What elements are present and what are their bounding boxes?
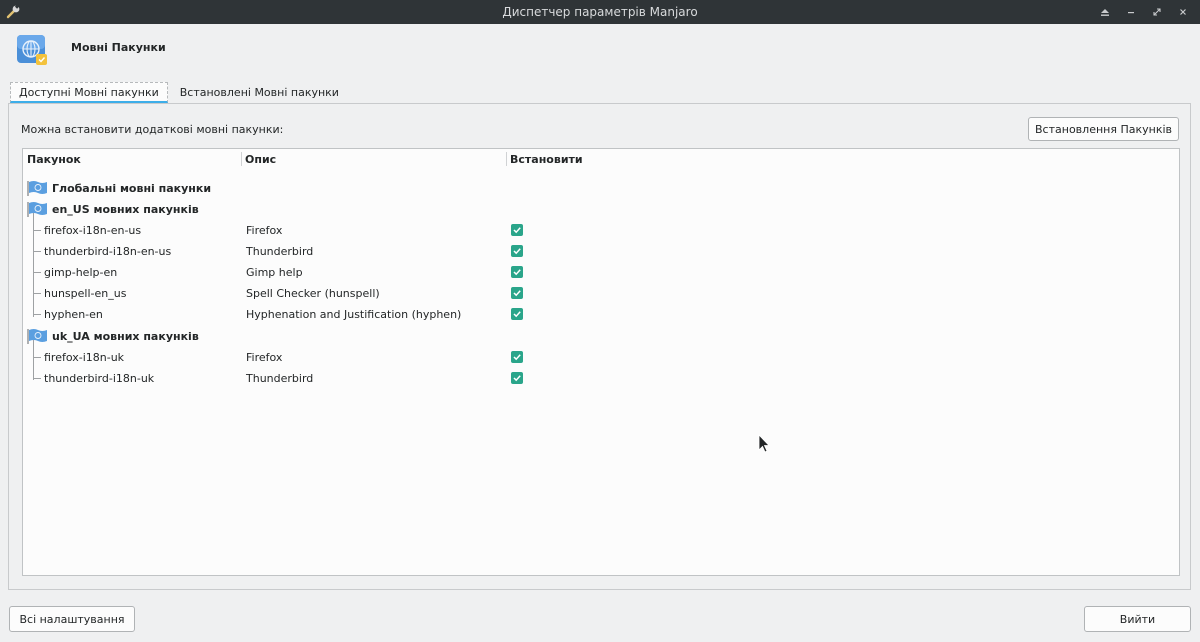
tree-connector <box>33 357 41 358</box>
package-name: firefox-i18n-en-us <box>44 224 142 237</box>
close-icon[interactable] <box>1170 0 1196 24</box>
tree-group-en-us[interactable]: en_US мовних пакунків <box>23 199 1179 220</box>
tab-available-language-packages[interactable]: Доступні Мовні пакунки <box>10 82 168 103</box>
tree-connector <box>33 378 41 379</box>
install-checkbox[interactable] <box>511 266 523 278</box>
install-checkbox[interactable] <box>511 351 523 363</box>
flag-icon <box>27 202 47 217</box>
tree-row[interactable]: thunderbird-i18n-en-us Thunderbird <box>23 241 1179 262</box>
install-packages-button[interactable]: Встановлення Пакунків <box>1028 117 1179 141</box>
tree-group-uk-ua[interactable]: uk_UA мовних пакунків <box>23 326 1179 347</box>
package-description: Thunderbird <box>246 245 314 258</box>
restore-icon[interactable] <box>1144 0 1170 24</box>
package-description: Spell Checker (hunspell) <box>246 287 380 300</box>
title-bar[interactable]: Диспетчер параметрів Manjaro <box>0 0 1200 24</box>
package-name: gimp-help-en <box>44 266 118 279</box>
tree-group-label: uk_UA мовних пакунків <box>52 330 199 343</box>
tree-row[interactable]: firefox-i18n-uk Firefox <box>23 347 1179 368</box>
package-name: thunderbird-i18n-uk <box>44 372 155 385</box>
column-description[interactable]: Опис <box>245 153 276 166</box>
tree-row[interactable]: gimp-help-en Gimp help <box>23 262 1179 283</box>
column-install[interactable]: Встановити <box>510 153 583 166</box>
module-header: Мовні Пакунки <box>16 32 166 68</box>
tree-header: Пакунок Опис Встановити <box>23 149 1179 169</box>
keep-above-icon[interactable] <box>1092 0 1118 24</box>
package-tree[interactable]: Пакунок Опис Встановити Глобальні мовні … <box>22 148 1180 576</box>
tab-label: Доступні Мовні пакунки <box>19 85 159 99</box>
package-description: Gimp help <box>246 266 303 279</box>
window-controls <box>1092 0 1196 24</box>
install-checkbox[interactable] <box>511 245 523 257</box>
language-packages-icon <box>17 35 47 65</box>
tree-connector <box>33 251 41 252</box>
package-name: thunderbird-i18n-en-us <box>44 245 172 258</box>
package-description: Hyphenation and Justification (hyphen) <box>246 308 462 321</box>
column-package[interactable]: Пакунок <box>27 153 81 166</box>
package-description: Thunderbird <box>246 372 314 385</box>
package-name: hyphen-en <box>44 308 103 321</box>
tree-row[interactable]: hyphen-en Hyphenation and Justification … <box>23 304 1179 325</box>
package-description: Firefox <box>246 351 283 364</box>
all-settings-button[interactable]: Всі налаштування <box>9 606 135 632</box>
quit-button[interactable]: Вийти <box>1084 606 1191 632</box>
column-separator[interactable] <box>506 152 507 166</box>
tab-bar: Доступні Мовні пакунки Встановлені Мовні… <box>10 82 347 103</box>
wrench-icon[interactable] <box>4 3 22 21</box>
mouse-cursor-icon <box>758 434 770 453</box>
tree-group-label: en_US мовних пакунків <box>52 203 199 216</box>
install-checkbox[interactable] <box>511 224 523 236</box>
panel-description: Можна встановити додаткові мовні пакунки… <box>21 123 284 136</box>
flag-icon <box>27 329 47 344</box>
tree-row[interactable]: thunderbird-i18n-uk Thunderbird <box>23 368 1179 389</box>
package-name: hunspell-en_us <box>44 287 127 300</box>
tree-connector <box>33 230 41 231</box>
tree-row[interactable]: hunspell-en_us Spell Checker (hunspell) <box>23 283 1179 304</box>
install-checkbox[interactable] <box>511 372 523 384</box>
install-checkbox[interactable] <box>511 287 523 299</box>
module-title: Мовні Пакунки <box>71 41 166 54</box>
column-separator[interactable] <box>241 152 242 166</box>
tab-installed-language-packages[interactable]: Встановлені Мовні пакунки <box>172 82 347 103</box>
package-name: firefox-i18n-uk <box>44 351 125 364</box>
window-title: Диспетчер параметрів Manjaro <box>502 5 698 19</box>
tree-connector <box>33 272 41 273</box>
tree-connector <box>33 293 41 294</box>
package-description: Firefox <box>246 224 283 237</box>
tree-row[interactable]: firefox-i18n-en-us Firefox <box>23 220 1179 241</box>
tree-group-global[interactable]: Глобальні мовні пакунки <box>23 178 1179 199</box>
flag-icon <box>27 181 47 196</box>
tab-panel: Можна встановити додаткові мовні пакунки… <box>8 103 1191 590</box>
tree-group-label: Глобальні мовні пакунки <box>52 182 212 195</box>
tab-label: Встановлені Мовні пакунки <box>179 86 339 99</box>
install-checkbox[interactable] <box>511 308 523 320</box>
tree-connector <box>33 314 41 315</box>
minimize-icon[interactable] <box>1118 0 1144 24</box>
